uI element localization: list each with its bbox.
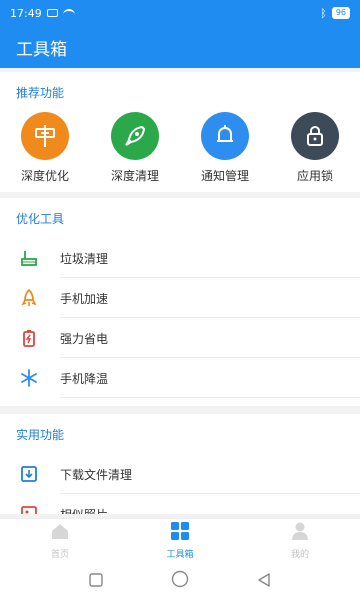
tool-item-label: 手机加速	[60, 291, 109, 306]
tool-item-junk-clean[interactable]: 垃圾清理	[0, 238, 360, 278]
rocket-icon	[111, 112, 159, 160]
recommend-item-label: 通知管理	[200, 169, 249, 183]
tool-item-label: 强力省电	[60, 331, 109, 346]
grid-icon	[170, 521, 190, 544]
page-title: 工具箱	[16, 39, 67, 60]
lock-icon	[291, 112, 339, 160]
tool-item-label: 下载文件清理	[60, 467, 133, 482]
battery-icon	[18, 327, 40, 349]
recommend-item-label: 应用锁	[296, 169, 333, 183]
person-icon	[290, 522, 310, 544]
download-icon	[18, 463, 40, 485]
tab-label: 首页	[50, 549, 69, 560]
recommend-item-app-lock[interactable]: 应用锁	[275, 112, 355, 184]
tab-mine[interactable]: 我的	[240, 519, 360, 562]
tab-label: 我的	[290, 549, 309, 560]
back-button[interactable]	[257, 572, 271, 591]
tab-label: 工具箱	[166, 549, 194, 560]
photo-icon	[18, 503, 40, 514]
system-nav-bar	[0, 562, 360, 600]
tool-item-download-clean[interactable]: 下载文件清理	[0, 454, 360, 494]
bottom-tab-bar: 首页 工具箱 我的	[0, 518, 360, 562]
status-time: 17:49	[10, 6, 42, 20]
recent-apps-button[interactable]	[89, 572, 103, 591]
tab-home[interactable]: 首页	[0, 519, 120, 562]
message-icon	[46, 9, 58, 17]
tool-item-similar-photos[interactable]: 相似照片	[0, 494, 360, 514]
tool-item-phone-boost[interactable]: 手机加速	[0, 278, 360, 318]
home-icon	[50, 522, 70, 544]
recommend-item-notification-manage[interactable]: 通知管理	[185, 112, 265, 184]
broom-icon	[18, 247, 40, 269]
optimize-section: 优化工具 垃圾清理 手机加速 强力省电 手机降温	[0, 198, 360, 406]
recommend-section: 推荐功能 深度优化 深度清理 通知管理 应用锁	[0, 72, 360, 192]
app-bar: 工具箱	[0, 26, 360, 68]
battery-indicator: 96	[331, 7, 350, 19]
utility-section: 实用功能 下载文件清理 相似照片	[0, 414, 360, 514]
bluetooth-icon: ᛒ	[320, 6, 327, 20]
tool-item-label: 垃圾清理	[60, 251, 109, 266]
utility-section-title: 实用功能	[16, 427, 65, 442]
tab-toolbox[interactable]: 工具箱	[120, 519, 240, 562]
recommend-item-deep-optimize[interactable]: 深度优化	[5, 112, 85, 184]
snowflake-icon	[18, 367, 40, 389]
bell-icon	[201, 112, 249, 160]
rocket-icon	[18, 287, 40, 309]
signpost-icon	[21, 112, 69, 160]
recommend-item-label: 深度优化	[20, 169, 69, 183]
home-button[interactable]	[171, 570, 189, 592]
recommend-item-label: 深度清理	[110, 169, 159, 183]
optimize-section-title: 优化工具	[16, 211, 65, 226]
tool-item-phone-cool[interactable]: 手机降温	[0, 358, 360, 398]
tool-item-label: 相似照片	[60, 506, 108, 515]
wifi-icon	[62, 9, 75, 17]
recommend-item-deep-clean[interactable]: 深度清理	[95, 112, 175, 184]
tool-item-power-save[interactable]: 强力省电	[0, 318, 360, 358]
status-bar: 17:49 ᛒ 96	[0, 0, 360, 26]
tool-item-label: 手机降温	[60, 371, 109, 386]
recommend-section-title: 推荐功能	[16, 85, 65, 100]
